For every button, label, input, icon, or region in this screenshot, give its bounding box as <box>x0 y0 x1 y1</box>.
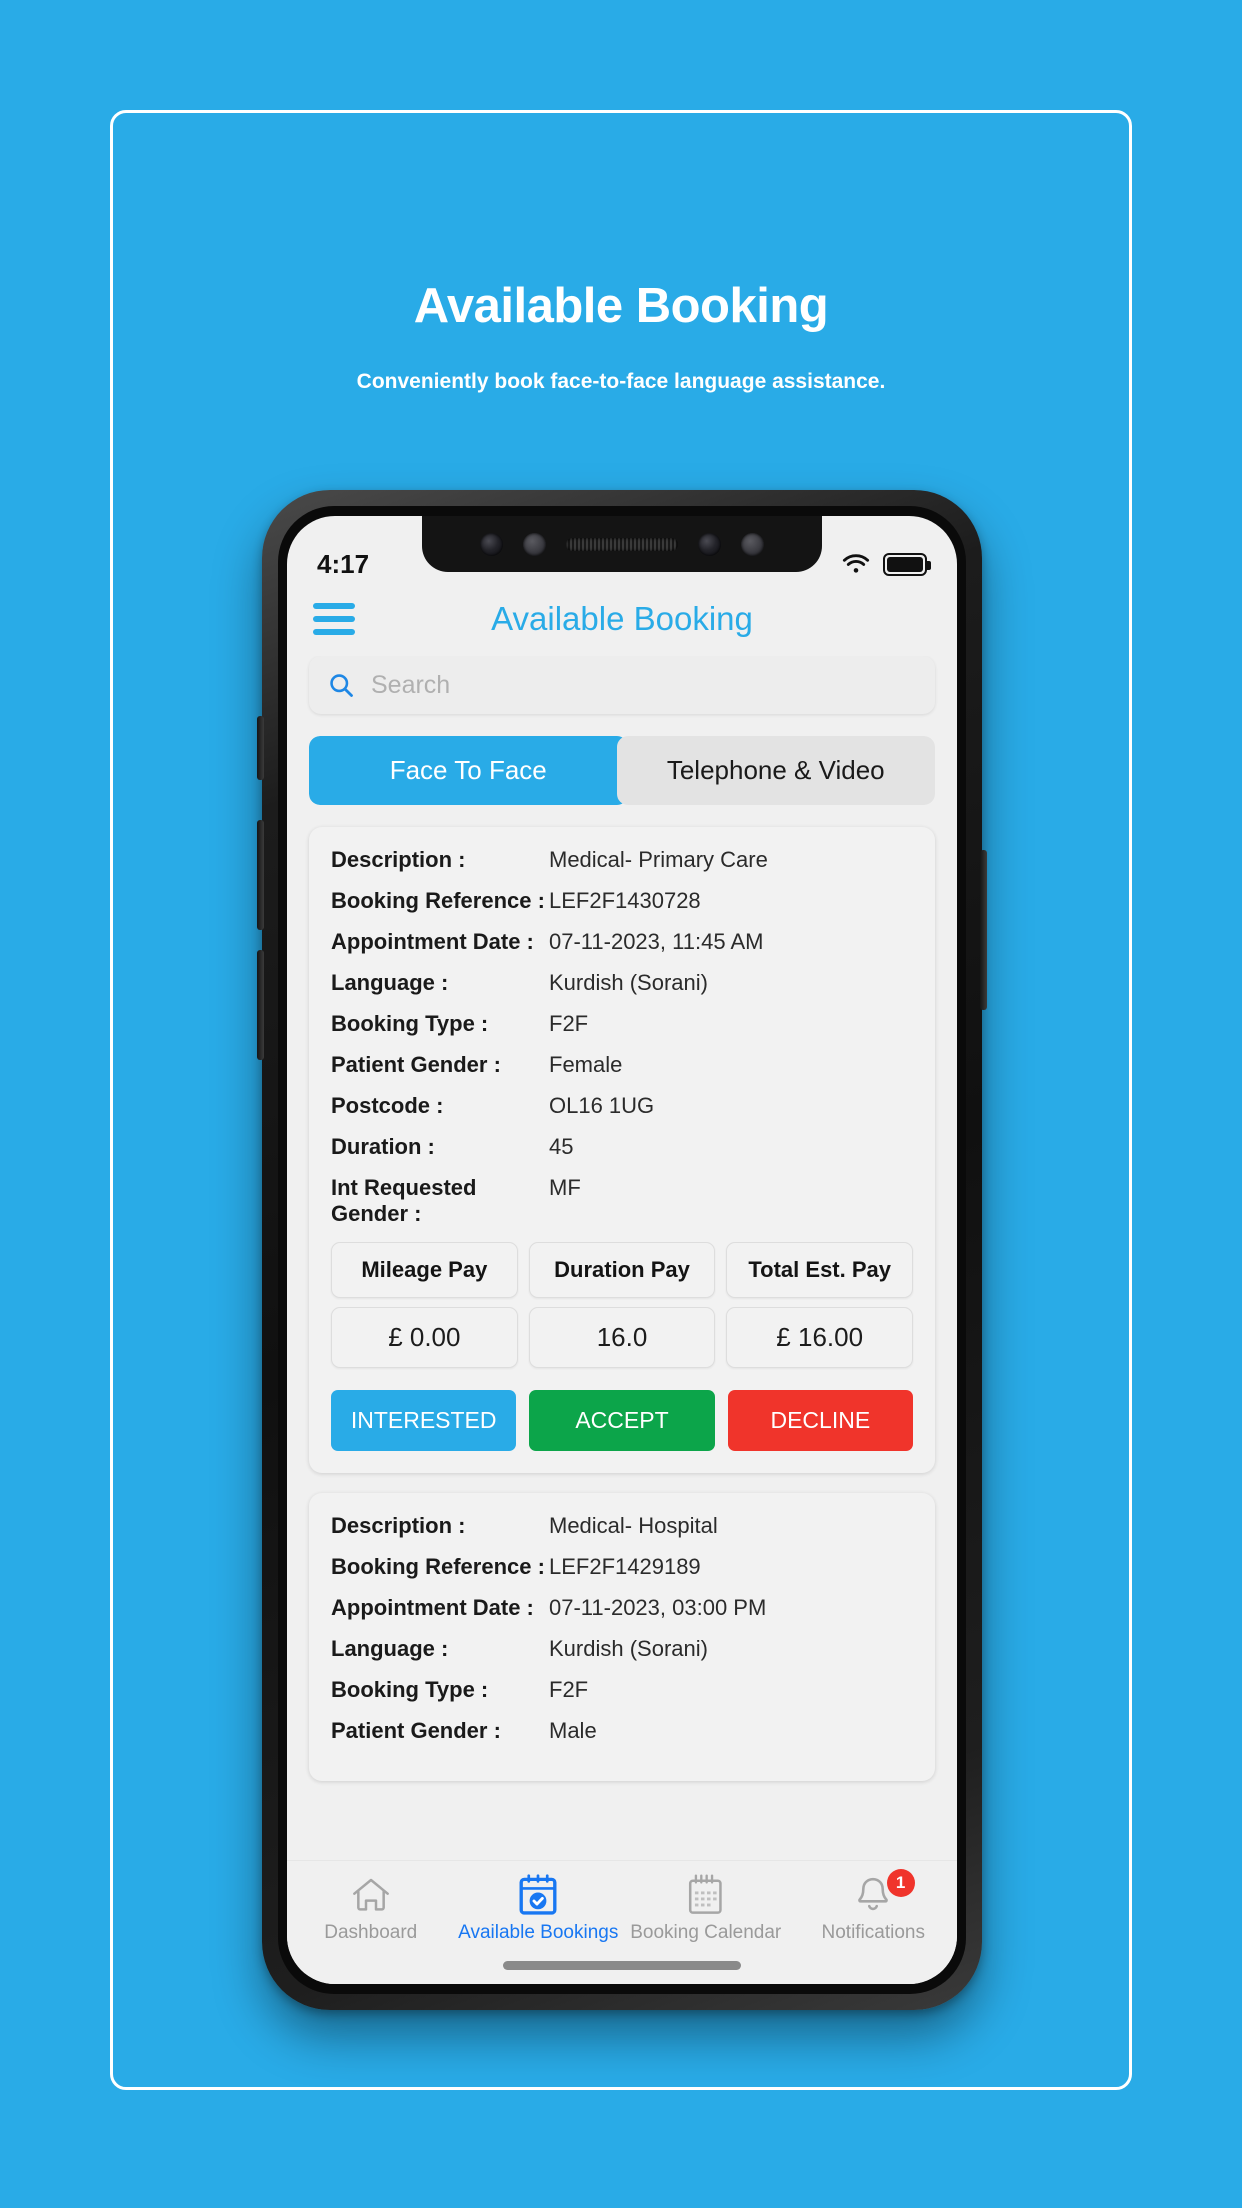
calendar-check-icon <box>455 1871 623 1919</box>
search-input[interactable]: Search <box>371 671 450 700</box>
card-actions: INTERESTED ACCEPT DECLINE <box>331 1390 913 1451</box>
field-label: Patient Gender : <box>331 1052 501 1077</box>
pay-value: £ 0.00 <box>331 1307 518 1368</box>
pay-value: 16.0 <box>528 1307 716 1368</box>
phone-button-volume-down[interactable] <box>257 950 264 1060</box>
field-value: Female <box>549 1052 623 1077</box>
app-bar: Available Booking <box>287 586 957 656</box>
field-value: 07-11-2023, 11:45 AM <box>549 929 764 954</box>
app-bar-title: Available Booking <box>491 600 753 637</box>
battery-full-icon <box>883 552 931 576</box>
status-bar: 4:17 <box>287 516 957 586</box>
phone-bezel: 4:17 Available Booking Search Face To Fa… <box>278 506 966 1994</box>
field-label: Int Requested Gender : <box>331 1175 477 1226</box>
nav-item-notifications[interactable]: 1 Notifications <box>790 1869 958 1944</box>
field-label: Description : <box>331 847 466 872</box>
phone-button-power[interactable] <box>980 850 987 1010</box>
field-value: OL16 1UG <box>549 1093 655 1118</box>
field-label: Duration : <box>331 1134 435 1159</box>
booking-type-tabs: Face To Face Telephone & Video <box>309 736 935 805</box>
field-value: Kurdish (Sorani) <box>549 970 708 995</box>
field-value: LEF2F1430728 <box>549 888 701 913</box>
pay-column: Mileage Pay £ 0.00 <box>331 1242 518 1368</box>
nav-label: Available Bookings <box>458 1922 619 1943</box>
status-time: 4:17 <box>317 548 370 579</box>
field-value: F2F <box>549 1677 589 1702</box>
pay-header: Mileage Pay <box>331 1242 518 1298</box>
nav-item-dashboard[interactable]: Dashboard <box>287 1871 455 1944</box>
field-value: Male <box>549 1718 597 1743</box>
content-scroll-area[interactable]: Search Face To Face Telephone & Video De… <box>287 656 957 1814</box>
hamburger-menu-icon[interactable] <box>313 596 355 642</box>
accept-button[interactable]: ACCEPT <box>529 1390 715 1451</box>
booking-card[interactable]: Description : Medical- Hospital Booking R… <box>309 1493 935 1781</box>
page-title: Available Booking <box>413 279 829 333</box>
pay-column: Duration Pay 16.0 <box>528 1242 716 1368</box>
home-indicator[interactable] <box>503 1961 741 1970</box>
pay-column: Total Est. Pay £ 16.00 <box>726 1242 914 1368</box>
field-label: Postcode : <box>331 1093 444 1118</box>
field-label: Appointment Date : <box>331 1595 534 1620</box>
field-label: Appointment Date : <box>331 929 534 954</box>
wifi-icon <box>842 554 870 573</box>
nav-label: Booking Calendar <box>630 1922 782 1943</box>
field-value: F2F <box>549 1011 589 1036</box>
field-value: Medical- Primary Care <box>549 847 768 872</box>
nav-label: Notifications <box>821 1922 926 1943</box>
field-label: Language : <box>331 970 449 995</box>
decline-button[interactable]: DECLINE <box>727 1390 913 1451</box>
field-label: Booking Reference : <box>331 888 545 913</box>
nav-label: Dashboard <box>324 1922 418 1943</box>
field-value: LEF2F1429189 <box>549 1554 701 1579</box>
pay-header: Duration Pay <box>528 1242 716 1298</box>
pay-table: Mileage Pay £ 0.00 Duration Pay 16.0 Tot… <box>331 1242 914 1368</box>
home-icon <box>287 1871 455 1919</box>
status-indicators <box>841 552 931 576</box>
booking-card[interactable]: Description : Medical- Primary Care Booki… <box>309 827 935 1473</box>
field-label: Description : <box>331 1513 466 1538</box>
nav-item-booking-calendar[interactable]: Booking Calendar <box>622 1871 790 1944</box>
notification-badge: 1 <box>886 1869 915 1897</box>
page-subtitle: Conveniently book face-to-face language … <box>356 370 886 393</box>
nav-item-available-bookings[interactable]: Available Bookings <box>455 1871 623 1944</box>
search-bar[interactable]: Search <box>309 656 935 714</box>
tab-telephone-video[interactable]: Telephone & Video <box>616 736 935 805</box>
phone-button-volume-up[interactable] <box>257 820 264 930</box>
pay-value: £ 16.00 <box>726 1307 914 1368</box>
field-value: MF <box>549 1175 581 1200</box>
field-label: Booking Type : <box>331 1677 489 1702</box>
field-value: 07-11-2023, 03:00 PM <box>549 1595 767 1620</box>
phone-button-silent[interactable] <box>257 716 264 780</box>
field-value: Kurdish (Sorani) <box>549 1636 708 1661</box>
field-value: Medical- Hospital <box>549 1513 718 1538</box>
pay-header: Total Est. Pay <box>726 1242 914 1298</box>
interested-button[interactable]: INTERESTED <box>331 1390 517 1451</box>
phone-device-mockup: 4:17 Available Booking Search Face To Fa… <box>257 490 987 2010</box>
search-icon <box>330 674 353 697</box>
field-label: Booking Type : <box>331 1011 489 1036</box>
field-label: Language : <box>331 1636 449 1661</box>
phone-screen: 4:17 Available Booking Search Face To Fa… <box>287 516 957 1984</box>
field-label: Booking Reference : <box>331 1554 545 1579</box>
page-root: Available Booking Conveniently book face… <box>0 0 1242 2208</box>
field-label: Patient Gender : <box>331 1718 501 1743</box>
calendar-icon <box>622 1871 790 1919</box>
field-value: 45 <box>549 1134 574 1159</box>
tab-face-to-face[interactable]: Face To Face <box>309 736 628 805</box>
bell-icon <box>790 1871 958 1919</box>
